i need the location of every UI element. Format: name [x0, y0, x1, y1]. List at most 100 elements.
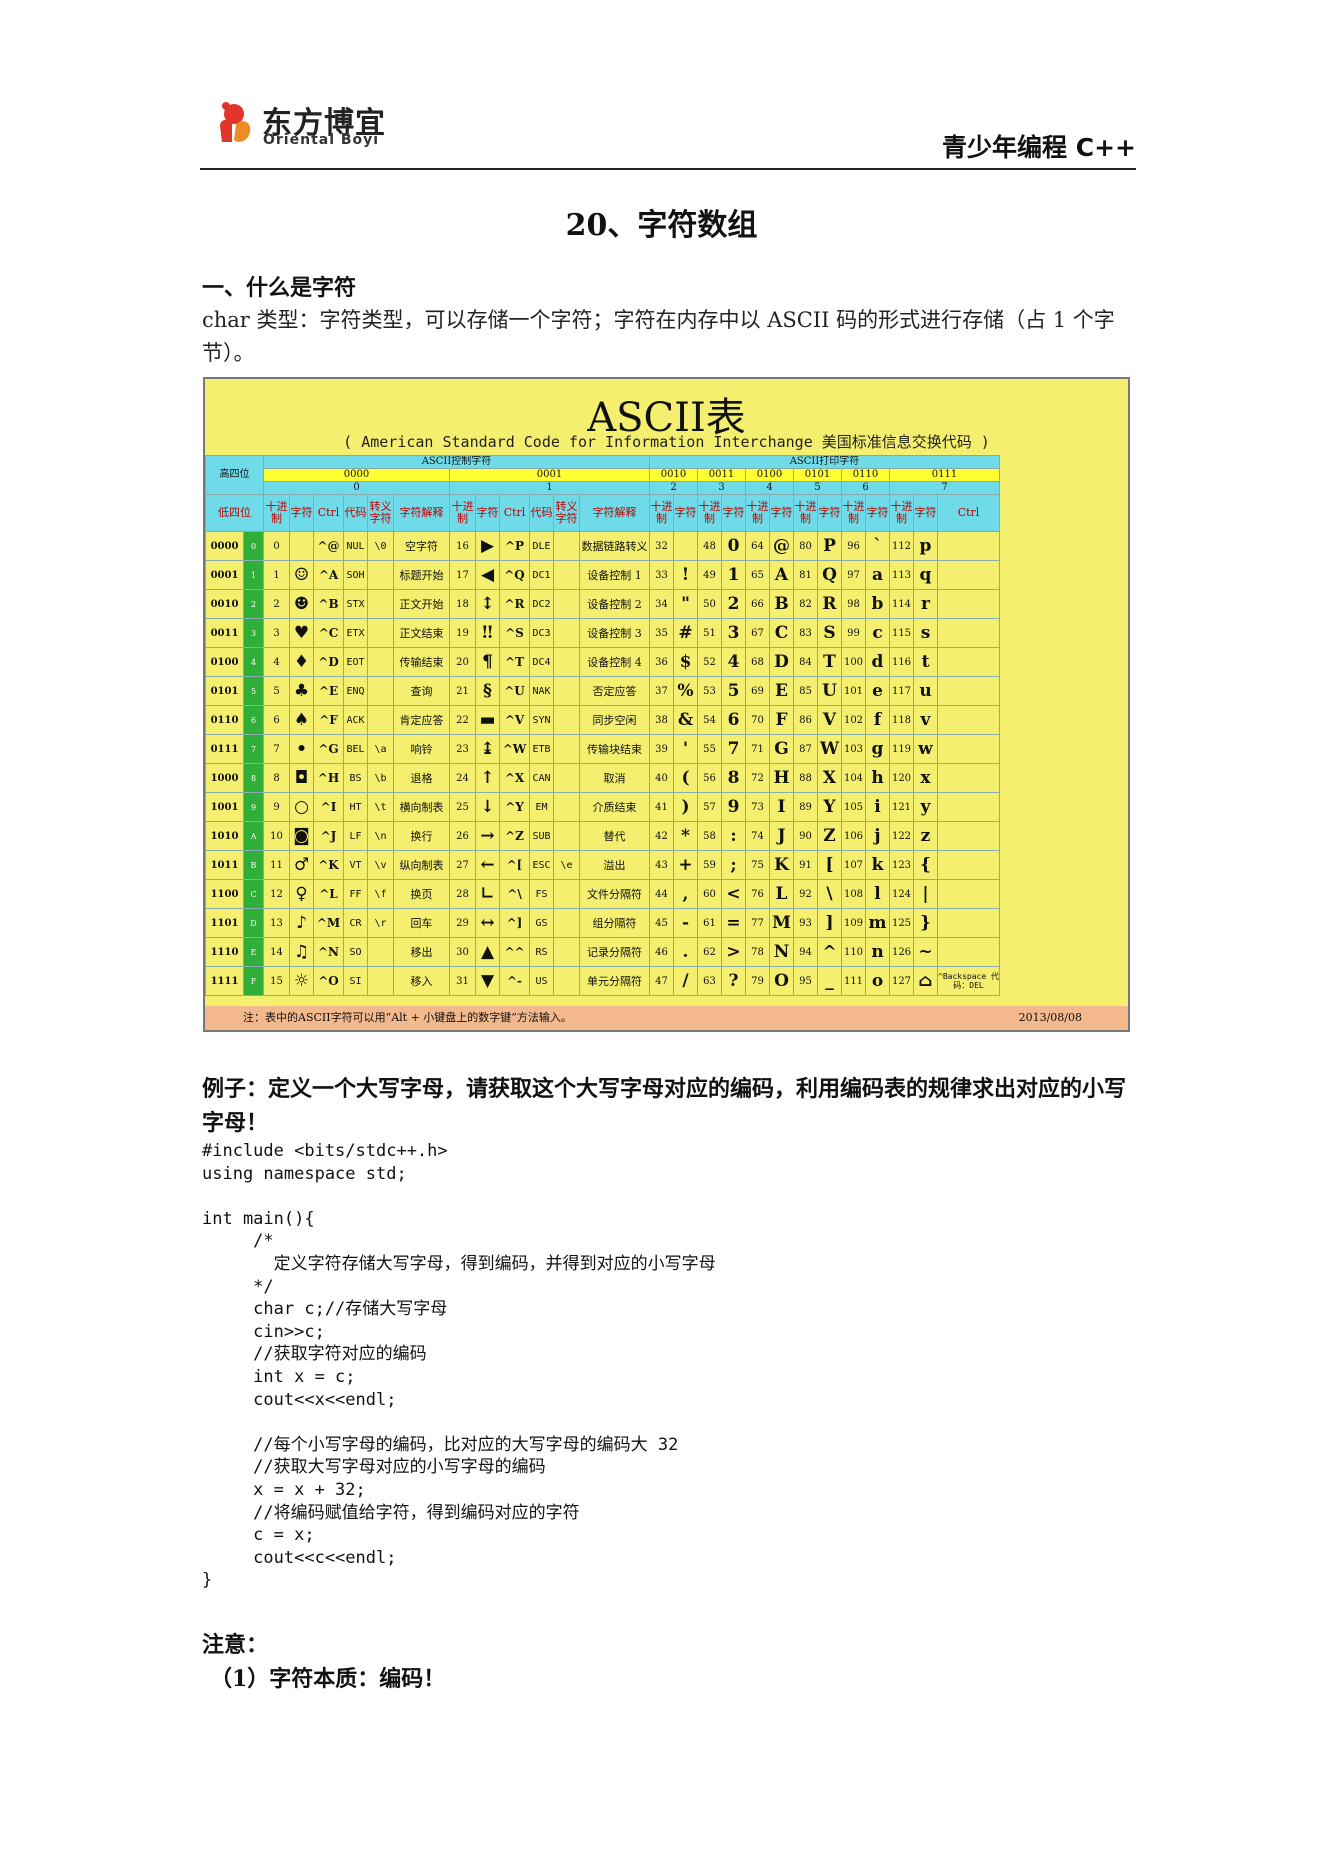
table-row: 1001 9 9 ○ ^I HT \t 横向制表 25 ↓ ^Y EM 介质结束 41) 57 9 73 I 89 Y…: [205, 792, 1000, 822]
table-cell: 107: [841, 850, 866, 880]
table-cell: l: [865, 879, 890, 909]
table-cell: NUL: [343, 531, 368, 561]
table-cell: 57: [697, 792, 722, 822]
table-cell: 27: [449, 850, 476, 880]
table-cell: 78: [745, 937, 770, 967]
low-hex: A: [243, 821, 264, 851]
low-hex: 2: [243, 589, 264, 619]
table-cell: [289, 531, 314, 561]
table-cell: [367, 966, 394, 996]
table-cell: C: [769, 618, 794, 648]
table-cell: [553, 560, 580, 590]
low-hex: 0: [243, 531, 264, 561]
high-hex: 2: [649, 481, 698, 495]
table-cell: \t: [367, 792, 394, 822]
table-row: 1011 B 11 ♂ ^K VT \v 纵向制表 27 ← ^[ESC \e 溢出 43 +59; 75 K 9…: [205, 850, 1000, 880]
table-cell: 17: [449, 560, 476, 590]
table-cell: 72: [745, 763, 770, 793]
table-cell: 82: [793, 589, 818, 619]
table-cell: SOH: [343, 560, 368, 590]
table-cell: 5: [263, 676, 290, 706]
table-cell: 64: [745, 531, 770, 561]
table-cell: 122: [889, 821, 914, 851]
table-cell: .: [673, 937, 698, 967]
table-cell: §: [475, 676, 500, 706]
table-cell: [553, 531, 580, 561]
table-cell: 传输结束: [393, 647, 450, 677]
table-cell: _: [817, 966, 842, 996]
low-hex: 9: [243, 792, 264, 822]
table-cell: 60: [697, 879, 722, 909]
logo-mark-icon: [220, 102, 251, 142]
table-cell: 100: [841, 647, 866, 677]
high-hex: 3: [697, 481, 746, 495]
column-header: 字符: [817, 494, 842, 532]
table-cell: \f: [367, 879, 394, 909]
table-cell: -: [673, 908, 698, 938]
table-cell: VT: [343, 850, 368, 880]
high-hex: 5: [793, 481, 842, 495]
section-heading: 一、什么是字符: [202, 275, 357, 301]
table-cell: ^S: [499, 618, 530, 648]
table-cell: \v: [367, 850, 394, 880]
column-header: 十进制: [649, 494, 674, 532]
table-cell: j: [865, 821, 890, 851]
table-cell: 70: [745, 705, 770, 735]
low-bin: 0110: [205, 705, 244, 735]
table-cell: 2: [721, 589, 746, 619]
table-cell: 正文开始: [393, 589, 450, 619]
table-cell: h: [865, 763, 890, 793]
column-header: 字符: [673, 494, 698, 532]
table-cell: {: [913, 850, 938, 880]
table-cell: ): [673, 792, 698, 822]
table-cell: [937, 734, 1000, 764]
table-cell: ^G: [313, 734, 344, 764]
table-cell: ?: [721, 966, 746, 996]
table-cell: ↨: [475, 734, 500, 764]
table-cell: 正文结束: [393, 618, 450, 648]
column-header: 字符: [721, 494, 746, 532]
ascii-grid: 高四位 ASCII控制字符 ASCII打印字符 0000 0001 0010 0011 010…: [205, 455, 1000, 996]
table-cell: DLE: [529, 531, 554, 561]
table-cell: [937, 763, 1000, 793]
table-cell: S: [817, 618, 842, 648]
table-cell: ETX: [343, 618, 368, 648]
ascii-footer: 注：表中的ASCII字符可以用“Alt + 小键盘上的数字键”方法输入。 201…: [205, 1006, 1128, 1030]
table-cell: ^F: [313, 705, 344, 735]
column-header: 转义字符: [367, 494, 394, 532]
table-cell: ": [673, 589, 698, 619]
table-cell: 8: [263, 763, 290, 793]
table-cell: DC4: [529, 647, 554, 677]
table-cell: 30: [449, 937, 476, 967]
table-cell: X: [817, 763, 842, 793]
table-cell: N: [769, 937, 794, 967]
table-row: 0001 1 1 ☺ ^A SOH 标题开始 17 ◀ ^Q DC1 设备控制 1 33! 49 1 65 A 8…: [205, 560, 1000, 590]
table-cell: y: [913, 792, 938, 822]
table-cell: 96: [841, 531, 866, 561]
table-cell: O: [769, 966, 794, 996]
oriental-boyi-logo: 东方博宜 Oriental Boyi: [212, 98, 385, 150]
table-cell: 43: [649, 850, 674, 880]
table-cell: 35: [649, 618, 674, 648]
column-header: 十进制: [263, 494, 290, 532]
table-cell: 123: [889, 850, 914, 880]
table-cell: G: [769, 734, 794, 764]
table-cell: 88: [793, 763, 818, 793]
table-cell: ACK: [343, 705, 368, 735]
table-cell: 46: [649, 937, 674, 967]
table-cell: 52: [697, 647, 722, 677]
table-cell: ]: [817, 908, 842, 938]
table-cell: 设备控制 2: [579, 589, 650, 619]
table-cell: I: [769, 792, 794, 822]
table-cell: ^M: [313, 908, 344, 938]
table-cell: ♀: [289, 879, 314, 909]
table-cell: R: [817, 589, 842, 619]
note-item-1: （1）字符本质：编码！: [210, 1666, 446, 1692]
table-cell: 110: [841, 937, 866, 967]
table-cell: 19: [449, 618, 476, 648]
table-cell: 104: [841, 763, 866, 793]
table-cell: Q: [817, 560, 842, 590]
table-cell: 1: [263, 560, 290, 590]
table-cell: d: [865, 647, 890, 677]
high-bin: 0010: [649, 468, 698, 482]
